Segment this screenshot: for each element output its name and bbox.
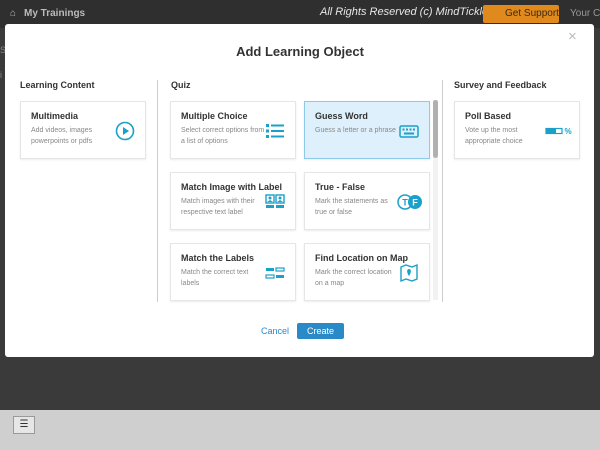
menu-icon[interactable]: ☰ bbox=[13, 416, 35, 434]
dialog-title: Add Learning Object bbox=[236, 44, 364, 59]
labels-icon bbox=[265, 267, 285, 279]
card-match-image-label[interactable]: Match Image with Label Match images with… bbox=[170, 172, 296, 230]
card-title: Find Location on Map bbox=[315, 253, 408, 263]
get-support-label: Get Support bbox=[505, 8, 559, 19]
close-icon[interactable]: × bbox=[568, 29, 577, 44]
map-icon bbox=[400, 263, 418, 283]
card-title: Multiple Choice bbox=[181, 111, 248, 121]
card-description: Add videos, images powerpoints or pdfs bbox=[31, 127, 93, 145]
scrollbar-thumb[interactable] bbox=[433, 100, 438, 158]
true-label: T bbox=[402, 198, 408, 208]
percent-label: % bbox=[564, 127, 571, 136]
card-description: Mark the statements as true or false bbox=[315, 198, 388, 216]
section-quiz: Quiz bbox=[171, 80, 191, 90]
card-multimedia[interactable]: Multimedia Add videos, images powerpoint… bbox=[20, 101, 146, 159]
true-false-icon: T F bbox=[397, 194, 422, 210]
cancel-button[interactable]: Cancel bbox=[261, 326, 289, 336]
card-multiple-choice[interactable]: Multiple Choice Select correct options f… bbox=[170, 101, 296, 159]
create-button[interactable]: Create bbox=[297, 323, 344, 339]
card-description: Mark the correct location on a map bbox=[315, 269, 392, 287]
get-support-button[interactable]: Get Support bbox=[483, 5, 559, 23]
card-true-false[interactable]: True - False Mark the statements as true… bbox=[304, 172, 430, 230]
section-learning-content: Learning Content bbox=[20, 80, 95, 90]
your-courses-link[interactable]: Your Co bbox=[570, 8, 600, 19]
card-title: Match the Labels bbox=[181, 253, 255, 263]
bottom-bar bbox=[0, 410, 600, 450]
card-guess-word[interactable]: Guess Word Guess a letter or a phrase bbox=[304, 101, 430, 159]
section-survey-feedback: Survey and Feedback bbox=[454, 80, 547, 90]
card-find-location[interactable]: Find Location on Map Mark the correct lo… bbox=[304, 243, 430, 301]
card-title: Poll Based bbox=[465, 111, 512, 121]
sidebar-text: i bbox=[0, 70, 2, 80]
card-match-labels[interactable]: Match the Labels Match the correct text … bbox=[170, 243, 296, 301]
divider bbox=[442, 80, 443, 302]
keyboard-icon bbox=[399, 125, 419, 138]
divider bbox=[157, 80, 158, 302]
card-poll-based[interactable]: Poll Based Vote up the most appropriate … bbox=[454, 101, 580, 159]
card-title: Match Image with Label bbox=[181, 182, 283, 192]
card-description: Vote up the most appropriate choice bbox=[465, 127, 523, 145]
list-icon bbox=[266, 124, 284, 138]
play-icon bbox=[115, 121, 135, 141]
add-learning-object-dialog bbox=[5, 24, 594, 357]
image-label-icon bbox=[265, 194, 285, 208]
card-description: Match the correct text labels bbox=[181, 269, 249, 287]
card-description: Match images with their respective text … bbox=[181, 198, 255, 216]
false-label: F bbox=[412, 198, 418, 208]
poll-icon: % bbox=[545, 127, 572, 136]
home-icon[interactable]: ⌂ bbox=[10, 9, 20, 19]
my-trainings-link[interactable]: My Trainings bbox=[24, 8, 85, 19]
card-title: Multimedia bbox=[31, 111, 79, 121]
card-description: Select correct options from a list of op… bbox=[181, 127, 265, 145]
card-title: True - False bbox=[315, 182, 366, 192]
card-title: Guess Word bbox=[315, 111, 368, 121]
card-description: Guess a letter or a phrase bbox=[315, 127, 396, 134]
